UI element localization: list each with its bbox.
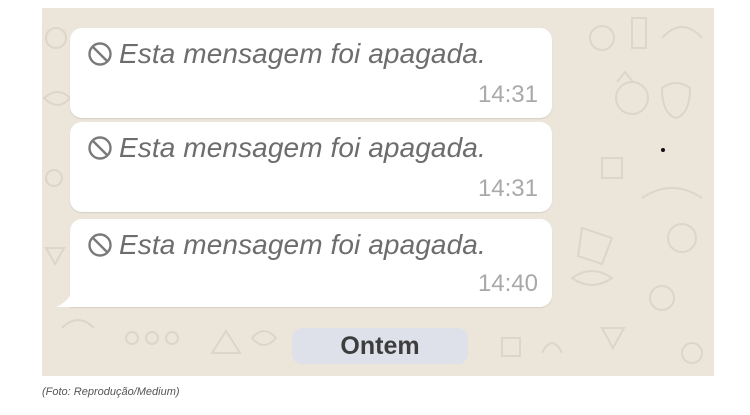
date-separator: Ontem bbox=[292, 328, 468, 364]
stray-dot bbox=[661, 148, 665, 152]
message-time: 14:40 bbox=[477, 270, 538, 297]
message-time: 14:31 bbox=[477, 81, 538, 108]
message-time: 14:31 bbox=[477, 175, 538, 202]
photo-caption: (Foto: Reprodução/Medium) bbox=[42, 386, 180, 398]
deleted-message-text: Esta mensagem foi apagada. bbox=[119, 132, 486, 163]
message-bubble[interactable]: Esta mensagem foi apagada. 14:40 bbox=[56, 219, 552, 307]
deleted-message-text: Esta mensagem foi apagada. bbox=[119, 229, 486, 260]
deleted-message-row: Esta mensagem foi apagada. bbox=[87, 132, 486, 164]
ban-icon bbox=[88, 42, 112, 66]
message-bubble[interactable]: Esta mensagem foi apagada. 14:31 bbox=[70, 122, 552, 212]
deleted-message-text: Esta mensagem foi apagada. bbox=[119, 38, 486, 69]
bubble-tail bbox=[56, 293, 72, 307]
ban-icon bbox=[88, 136, 112, 160]
deleted-message-row: Esta mensagem foi apagada. bbox=[87, 229, 486, 261]
chat-screenshot: Esta mensagem foi apagada. 14:31 Esta me… bbox=[42, 8, 714, 376]
ban-icon bbox=[88, 233, 112, 257]
message-bubble[interactable]: Esta mensagem foi apagada. 14:31 bbox=[70, 28, 552, 118]
deleted-message-row: Esta mensagem foi apagada. bbox=[87, 38, 486, 70]
